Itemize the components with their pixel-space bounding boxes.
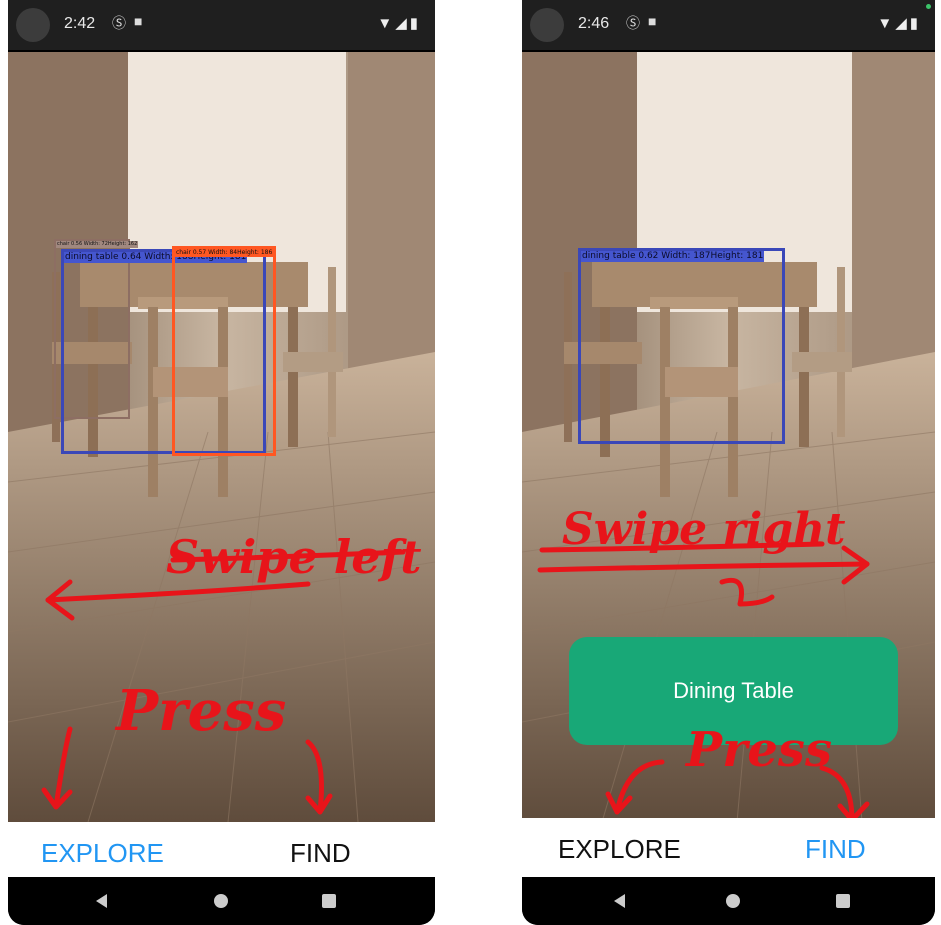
system-nav-bar	[522, 877, 935, 925]
detection-box-chair-front: chair 0.57 Width: 84Height: 186	[172, 246, 276, 456]
tab-find[interactable]: FIND	[290, 838, 351, 869]
tab-find[interactable]: FIND	[805, 834, 866, 865]
phone-screen-left: 2:42 Ⓢ ■ ▼◢▮ chair 0.56 Width: 72Height:…	[8, 0, 435, 925]
home-icon[interactable]	[214, 894, 228, 908]
back-icon[interactable]	[96, 894, 107, 908]
back-icon[interactable]	[614, 894, 625, 908]
sim-icon: Ⓢ	[112, 15, 126, 31]
bottom-tab-bar: EXPLORE FIND	[522, 818, 935, 878]
annotation-swipe-right: Swipe right	[562, 504, 846, 555]
annotation-press: Press	[686, 722, 832, 778]
front-camera	[16, 8, 50, 42]
battery-icon: ▮	[909, 15, 921, 32]
phone-screen-right: 2:46 Ⓢ ■ ▼◢▮ dining table 0.62 Width: 18…	[522, 0, 935, 925]
camera-preview[interactable]: chair 0.56 Width: 72Height: 162 dining t…	[8, 52, 435, 822]
tab-explore[interactable]: EXPLORE	[558, 834, 681, 865]
detection-label: chair 0.57 Width: 84Height: 186	[175, 249, 274, 257]
status-time: 2:46	[578, 15, 610, 32]
bottom-tab-bar: EXPLORE FIND	[8, 822, 435, 882]
status-time: 2:42	[64, 15, 96, 32]
detection-label: dining table 0.62 Width: 187Height: 181	[581, 251, 765, 262]
front-camera	[530, 8, 564, 42]
system-nav-bar	[8, 877, 435, 925]
signal-icon: ◢	[395, 15, 410, 32]
detection-box-dining-table: dining table 0.62 Width: 187Height: 181	[578, 248, 785, 444]
annotation-swipe-left: Swipe left	[166, 530, 422, 584]
detection-label: chair 0.56 Width: 72Height: 162	[56, 241, 139, 248]
sd-card-icon: ■	[648, 13, 657, 29]
annotation-press: Press	[116, 678, 287, 744]
wifi-icon: ▼	[377, 15, 396, 32]
tab-explore[interactable]: EXPLORE	[41, 838, 164, 869]
battery-icon: ▮	[409, 15, 421, 32]
camera-preview[interactable]: dining table 0.62 Width: 187Height: 181 …	[522, 52, 935, 822]
sim-icon: Ⓢ	[626, 15, 640, 31]
recents-icon[interactable]	[836, 894, 850, 908]
recents-icon[interactable]	[322, 894, 336, 908]
signal-icon: ◢	[895, 15, 910, 32]
home-icon[interactable]	[726, 894, 740, 908]
privacy-indicator	[926, 4, 931, 9]
status-bar: 2:42 Ⓢ ■ ▼◢▮	[8, 0, 435, 50]
wifi-icon: ▼	[877, 15, 896, 32]
status-bar: 2:46 Ⓢ ■ ▼◢▮	[522, 0, 935, 50]
sd-card-icon: ■	[134, 13, 143, 29]
